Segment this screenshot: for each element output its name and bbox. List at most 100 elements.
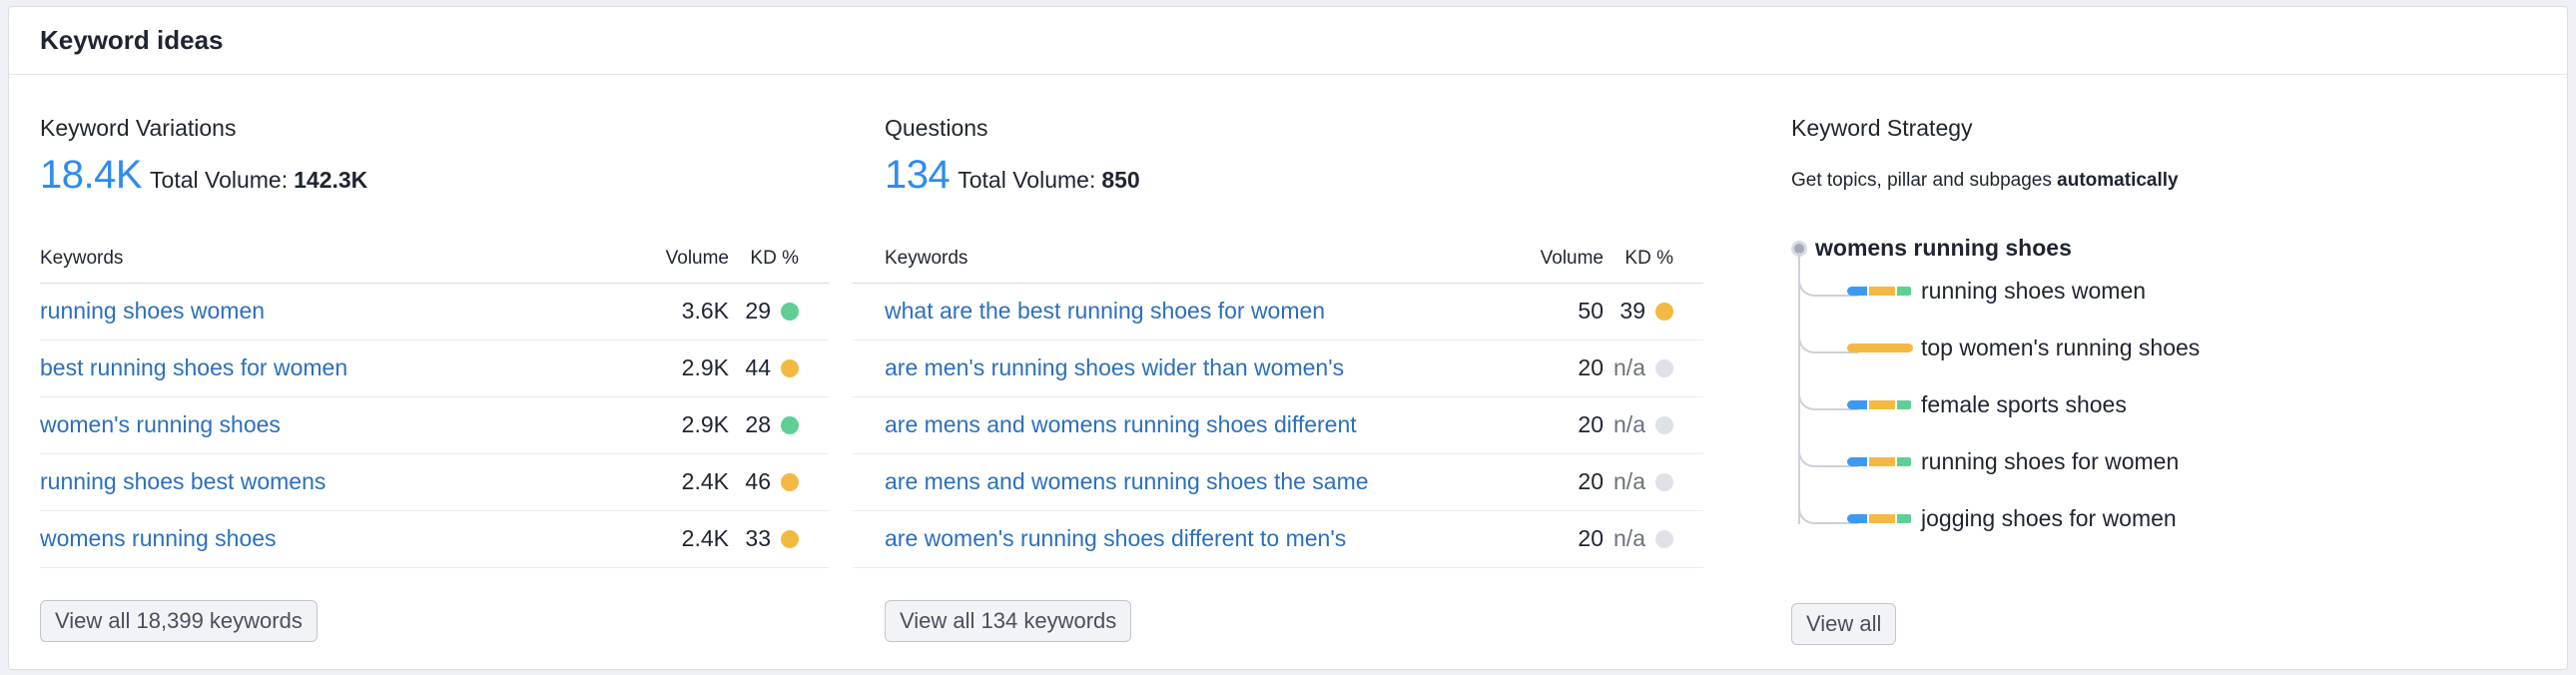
table-row: womens running shoes 2.4K 33 [40,510,829,568]
kd-indicator-icon [1655,303,1673,321]
keyword-link[interactable]: best running shoes for women [40,354,347,380]
keyword-link[interactable]: are mens and womens running shoes differ… [885,411,1357,437]
keyword-link[interactable]: running shoes women [40,298,265,324]
column-header-volume: Volume [1484,235,1604,284]
keyword-link[interactable]: what are the best running shoes for wome… [885,298,1325,324]
tree-child-label: jogging shoes for women [1921,505,2177,531]
table-row: running shoes best womens 2.4K 46 [40,453,829,511]
kd-value: 46 [745,468,771,494]
questions-count[interactable]: 134 [885,153,951,198]
variations-count[interactable]: 18.4K [40,153,143,198]
intent-bar-icon [1847,400,1913,409]
table-row: running shoes women 3.6K 29 [40,283,829,340]
kd-indicator-icon [1655,416,1673,434]
questions-metrics: 134 Total Volume: 850 [885,153,1140,198]
questions-total-volume: 850 [1101,167,1140,193]
intent-bar-segment [1869,287,1895,296]
intent-bar-segment [1869,457,1895,466]
volume-value: 50 [1484,283,1604,340]
intent-bar-segment [1897,514,1911,523]
table-row: are mens and womens running shoes differ… [853,396,1703,454]
table-row: are mens and womens running shoes the sa… [853,453,1703,511]
tree-child: female sports shoes [1847,391,2127,418]
table-row: are women's running shoes different to m… [853,510,1703,568]
questions-total-volume-label: Total Volume: [958,167,1096,193]
kd-indicator-icon [781,473,799,491]
kd-indicator-icon [781,359,799,377]
volume-value: 2.9K [609,396,729,454]
questions-title: Questions [885,115,988,141]
tree-child-label: running shoes for women [1921,448,2180,474]
strategy-description: Get topics, pillar and subpages automati… [1791,170,2179,192]
intent-bar-segment [1847,514,1867,523]
table-row: are men's running shoes wider than women… [853,339,1703,397]
kd-value: n/a [1613,411,1645,437]
keyword-link[interactable]: are women's running shoes different to m… [885,525,1346,551]
volume-value: 2.9K [609,339,729,397]
strategy-description-bold: automatically [2057,170,2179,191]
kd-indicator-icon [1655,359,1673,377]
intent-bar-segment [1847,457,1867,466]
tree-child: top women's running shoes [1847,335,2200,361]
intent-bar-segment [1847,343,1913,352]
tree-root-label: womens running shoes [1815,235,2072,261]
kd-value: 44 [745,354,771,380]
strategy-title: Keyword Strategy [1791,115,1973,141]
column-header-kd: KD % [1604,235,1703,284]
intent-bar-segment [1847,287,1867,296]
intent-bar-icon [1847,343,1913,352]
column-header-keywords: Keywords [40,235,609,284]
intent-bar-segment [1847,400,1867,409]
intent-bar-segment [1897,400,1911,409]
card-header: Keyword ideas [9,7,2567,75]
intent-bar-segment [1869,400,1895,409]
tree-child-label: top women's running shoes [1921,335,2201,360]
keyword-link[interactable]: womens running shoes [40,525,277,551]
kd-value: 28 [745,411,771,437]
kd-value: 39 [1619,298,1645,324]
intent-bar-segment [1869,514,1895,523]
intent-bar-segment [1897,287,1911,296]
keyword-ideas-card: Keyword ideas Keyword Variations 18.4K T… [8,6,2568,670]
kd-indicator-icon [1655,473,1673,491]
intent-bar-icon [1847,457,1913,466]
volume-value: 20 [1484,339,1604,397]
table-row: women's running shoes 2.9K 28 [40,396,829,454]
variations-title: Keyword Variations [40,115,237,141]
table-row: what are the best running shoes for wome… [853,283,1703,340]
keyword-link[interactable]: are men's running shoes wider than women… [885,354,1344,380]
column-header-keywords: Keywords [853,235,1484,284]
kd-indicator-icon [781,416,799,434]
view-all-variations-button[interactable]: View all 18,399 keywords [40,600,318,642]
kd-indicator-icon [781,530,799,548]
kd-value: n/a [1613,354,1645,380]
strategy-description-text: Get topics, pillar and subpages [1791,170,2052,191]
volume-value: 2.4K [609,510,729,568]
view-all-strategy-button[interactable]: View all [1791,603,1897,645]
intent-bar-icon [1847,287,1913,296]
volume-value: 20 [1484,510,1604,568]
kd-indicator-icon [1655,530,1673,548]
table-row: best running shoes for women 2.9K 44 [40,339,829,397]
volume-value: 3.6K [609,283,729,340]
kd-value: 33 [745,525,771,551]
volume-value: 20 [1484,453,1604,511]
column-header-volume: Volume [609,235,729,284]
tree-child: running shoes for women [1847,448,2179,475]
view-all-questions-button[interactable]: View all 134 keywords [885,600,1132,642]
column-header-kd: KD % [729,235,829,284]
keyword-link[interactable]: are mens and womens running shoes the sa… [885,468,1369,494]
volume-value: 20 [1484,396,1604,454]
variations-metrics: 18.4K Total Volume: 142.3K [40,153,367,198]
tree-child: jogging shoes for women [1847,505,2177,532]
tree-child-label: running shoes women [1921,278,2147,304]
variations-total-volume: 142.3K [294,167,368,193]
tree-root: womens running shoes [1791,235,2072,262]
keyword-link[interactable]: running shoes best womens [40,468,325,494]
kd-value: 29 [745,298,771,324]
questions-table: Keywords Volume KD % what are the best r… [853,235,1703,568]
kd-indicator-icon [781,303,799,321]
volume-value: 2.4K [609,453,729,511]
tree-child: running shoes women [1847,278,2146,305]
keyword-link[interactable]: women's running shoes [40,411,281,437]
